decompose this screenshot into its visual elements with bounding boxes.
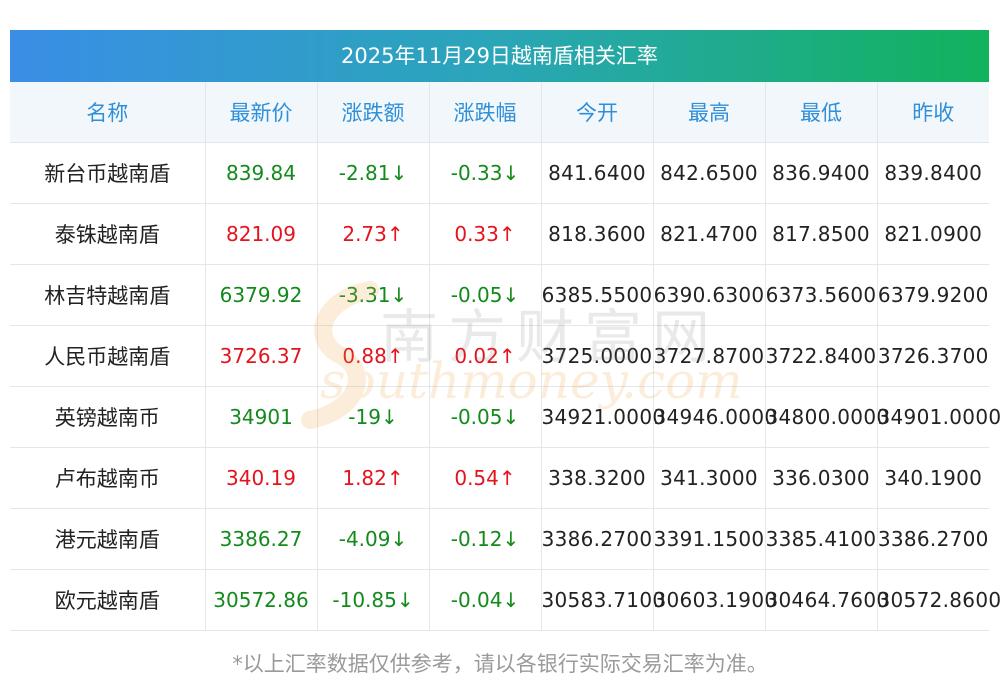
cell-high: 842.6500 (653, 142, 766, 204)
header-low: 最低 (765, 82, 878, 143)
cell-change: -19↓ (317, 386, 430, 448)
cell-high: 34946.0000 (653, 386, 777, 448)
header-prev: 昨收 (877, 82, 989, 143)
cell-name: 人民币越南盾 (10, 325, 206, 387)
cell-high: 3727.8700 (653, 325, 766, 387)
header-pct: 涨跌幅 (429, 82, 542, 143)
cell-open: 30583.7100 (541, 569, 665, 631)
cell-pct: 0.54↑ (429, 447, 542, 509)
header-latest: 最新价 (205, 82, 318, 143)
table-row: 林吉特越南盾 6379.92 -3.31↓ -0.05↓ 6385.5500 6390.6… (10, 264, 989, 326)
cell-open: 818.3600 (541, 203, 654, 265)
cell-low: 836.9400 (765, 142, 878, 204)
table-row: 港元越南盾 3386.27 -4.09↓ -0.12↓ 3386.2700 3391.15… (10, 508, 989, 570)
cell-latest: 340.19 (205, 447, 318, 509)
cell-pct: 0.33↑ (429, 203, 542, 265)
cell-latest: 34901 (205, 386, 318, 448)
header-row: 名称 最新价 涨跌额 涨跌幅 今开 最高 最低 昨收 (10, 82, 989, 143)
cell-low: 817.8500 (765, 203, 878, 265)
cell-pct: -0.33↓ (429, 142, 542, 204)
disclaimer-note: *以上汇率数据仅供参考，请以各银行实际交易汇率为准。 (232, 652, 768, 676)
cell-open: 3725.0000 (541, 325, 654, 387)
cell-prev: 3386.2700 (877, 508, 989, 570)
table-title: 2025年11月29日越南盾相关汇率 (10, 30, 989, 82)
table-row: 人民币越南盾 3726.37 0.88↑ 0.02↑ 3725.0000 3727.870… (10, 325, 989, 387)
table-row: 泰铢越南盾 821.09 2.73↑ 0.33↑ 818.3600 821.4700 817… (10, 203, 989, 265)
cell-name: 英镑越南币 (10, 386, 206, 448)
header-name: 名称 (10, 82, 206, 143)
cell-change: 1.82↑ (317, 447, 430, 509)
header-open: 今开 (541, 82, 654, 143)
cell-name: 泰铢越南盾 (10, 203, 206, 265)
table-row: 卢布越南币 340.19 1.82↑ 0.54↑ 338.3200 341.3000 336… (10, 447, 989, 509)
cell-latest: 839.84 (205, 142, 318, 204)
cell-pct: -0.05↓ (429, 264, 542, 326)
cell-name: 欧元越南盾 (10, 569, 206, 631)
header-change: 涨跌额 (317, 82, 430, 143)
cell-prev: 340.1900 (877, 447, 989, 509)
cell-change: -10.85↓ (317, 569, 430, 631)
cell-prev: 839.8400 (877, 142, 989, 204)
cell-high: 341.3000 (653, 447, 766, 509)
cell-low: 3385.4100 (765, 508, 878, 570)
cell-open: 3386.2700 (541, 508, 654, 570)
cell-latest: 3386.27 (205, 508, 318, 570)
cell-latest: 6379.92 (205, 264, 318, 326)
cell-open: 6385.5500 (541, 264, 654, 326)
cell-latest: 3726.37 (205, 325, 318, 387)
header-high: 最高 (653, 82, 766, 143)
cell-low: 3722.8400 (765, 325, 878, 387)
cell-prev: 34901.0000 (877, 386, 1000, 448)
rate-table-container: 2025年11月29日越南盾相关汇率 名称 最新价 涨跌额 涨跌幅 今开 最高 … (10, 30, 1000, 631)
table-row: 英镑越南币 34901 -19↓ -0.05↓ 34921.0000 34946.0000… (10, 386, 1000, 448)
cell-change: -3.31↓ (317, 264, 430, 326)
cell-low: 34800.0000 (765, 386, 889, 448)
cell-prev: 6379.9200 (877, 264, 989, 326)
cell-high: 821.4700 (653, 203, 766, 265)
cell-open: 34921.0000 (541, 386, 665, 448)
cell-high: 30603.1900 (653, 569, 777, 631)
cell-name: 新台币越南盾 (10, 142, 206, 204)
cell-prev: 30572.8600 (877, 569, 1000, 631)
cell-prev: 3726.3700 (877, 325, 989, 387)
cell-high: 3391.1500 (653, 508, 766, 570)
cell-high: 6390.6300 (653, 264, 766, 326)
cell-open: 841.6400 (541, 142, 654, 204)
table-row: 新台币越南盾 839.84 -2.81↓ -0.33↓ 841.6400 842.6500… (10, 142, 989, 204)
cell-latest: 821.09 (205, 203, 318, 265)
cell-pct: -0.12↓ (429, 508, 542, 570)
cell-change: 0.88↑ (317, 325, 430, 387)
cell-latest: 30572.86 (205, 569, 318, 631)
table-row: 欧元越南盾 30572.86 -10.85↓ -0.04↓ 30583.7100 3060… (10, 569, 1000, 631)
cell-change: -2.81↓ (317, 142, 430, 204)
cell-name: 港元越南盾 (10, 508, 206, 570)
cell-change: -4.09↓ (317, 508, 430, 570)
cell-pct: 0.02↑ (429, 325, 542, 387)
cell-low: 6373.5600 (765, 264, 878, 326)
cell-low: 336.0300 (765, 447, 878, 509)
rate-table: 名称 最新价 涨跌额 涨跌幅 今开 最高 最低 昨收 新台币越南盾 839.84-… (10, 82, 1000, 631)
cell-pct: -0.04↓ (429, 569, 542, 631)
cell-prev: 821.0900 (877, 203, 989, 265)
cell-open: 338.3200 (541, 447, 654, 509)
cell-pct: -0.05↓ (429, 386, 542, 448)
cell-name: 卢布越南币 (10, 447, 206, 509)
cell-change: 2.73↑ (317, 203, 430, 265)
cell-name: 林吉特越南盾 (10, 264, 206, 326)
cell-low: 30464.7600 (765, 569, 889, 631)
